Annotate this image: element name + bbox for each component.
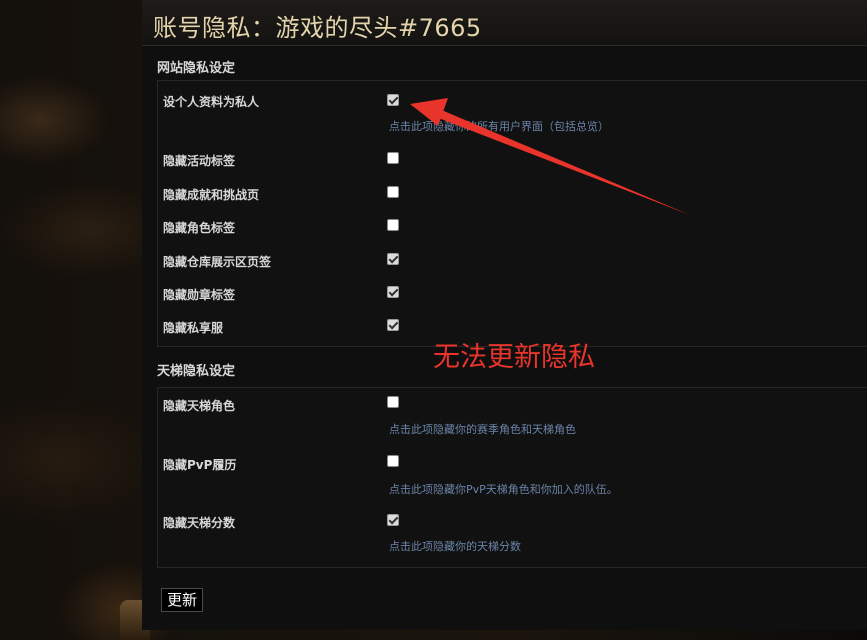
annotation-text: 无法更新隐私 [433, 342, 595, 373]
annotation-arrow-icon [410, 98, 690, 215]
